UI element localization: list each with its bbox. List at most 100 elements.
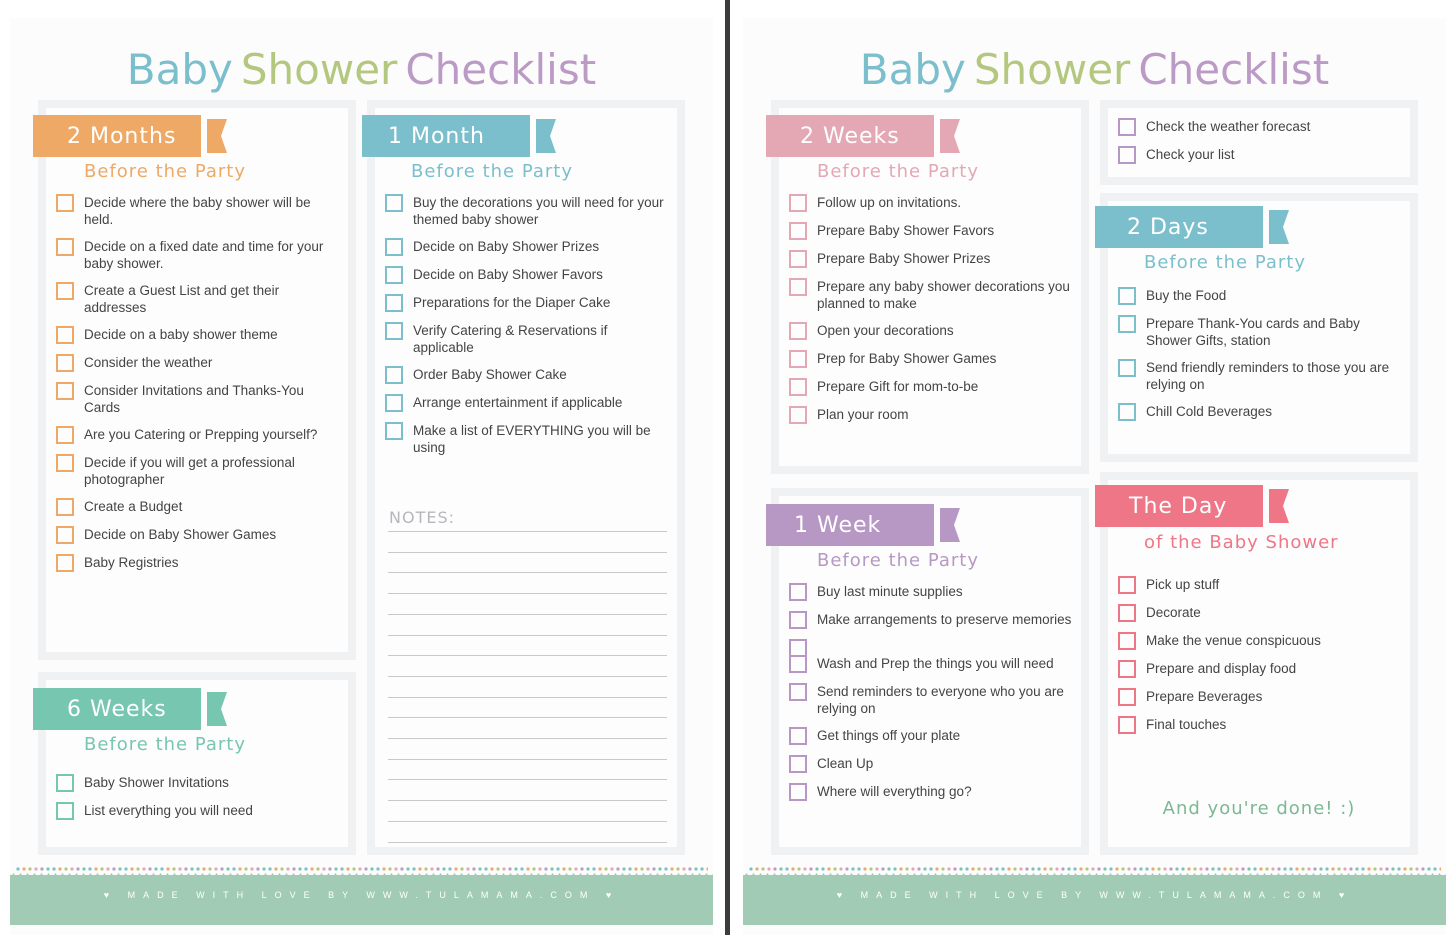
checklist-item[interactable]: Prepare any baby shower decorations you … [789,278,1075,312]
checkbox[interactable] [385,322,403,340]
checklist-item[interactable]: Pick up stuff [1118,576,1404,594]
checklist-item[interactable]: Are you Catering or Prepping yourself? [56,426,342,444]
checklist-item[interactable]: Wash and Prep the things you will need [789,655,1075,673]
checklist-item[interactable]: Consider the weather [56,354,342,372]
checkbox[interactable] [56,426,74,444]
checkbox[interactable] [789,250,807,268]
checkbox[interactable] [1118,403,1136,421]
checklist-item[interactable]: Send friendly reminders to those you are… [1118,359,1404,393]
checklist-item[interactable]: Verify Catering & Reservations if applic… [385,322,671,356]
checklist-item[interactable]: Send reminders to everyone who you are r… [789,683,1075,717]
checklist-item[interactable]: Make arrangements to preserve memories [789,611,1075,629]
checklist-item[interactable]: Prepare Beverages [1118,688,1404,706]
checkbox[interactable] [789,350,807,368]
checkbox[interactable] [385,394,403,412]
checkbox[interactable] [1118,660,1136,678]
checklist-item[interactable]: Decorate [1118,604,1404,622]
checkbox[interactable] [56,454,74,472]
checkbox[interactable] [56,774,74,792]
checklist-item[interactable]: Prepare Thank-You cards and Baby Shower … [1118,315,1404,349]
checkbox[interactable] [56,498,74,516]
checklist-item[interactable]: Plan your room [789,406,1075,424]
checkbox[interactable] [56,526,74,544]
checkbox[interactable] [1118,576,1136,594]
notes-line[interactable] [388,551,667,553]
checkbox[interactable] [56,194,74,212]
notes-line[interactable] [388,696,667,698]
notes-line[interactable] [388,717,667,719]
checkbox[interactable] [1118,359,1136,377]
checklist-item[interactable]: Buy the Food [1118,287,1404,305]
notes-line[interactable] [388,531,667,532]
checklist-item[interactable]: Prep for Baby Shower Games [789,350,1075,368]
notes-line[interactable] [388,613,667,615]
checklist-item[interactable]: Make the venue conspicuous [1118,632,1404,650]
checkbox[interactable] [385,366,403,384]
checkbox[interactable] [789,727,807,745]
checklist-item[interactable]: Decide on Baby Shower Prizes [385,238,671,256]
checkbox[interactable] [56,282,74,300]
checklist-item[interactable]: Prepare Baby Shower Prizes [789,250,1075,268]
checkbox[interactable] [789,322,807,340]
checklist-item[interactable]: Prepare and display food [1118,660,1404,678]
checklist-item[interactable]: Prepare Baby Shower Favors [789,222,1075,240]
checkbox[interactable] [56,382,74,400]
checkbox[interactable] [1118,146,1136,164]
checkbox[interactable] [789,378,807,396]
checklist-item[interactable]: Decide if you will get a professional ph… [56,454,342,488]
checkbox[interactable] [385,194,403,212]
checklist-item[interactable]: Decide where the baby shower will be hel… [56,194,342,228]
checklist-item[interactable]: Check your list [1118,146,1404,164]
checklist-item[interactable]: Open your decorations [789,322,1075,340]
checklist-item[interactable]: Follow up on invitations. [789,194,1075,212]
checklist-item[interactable]: Buy last minute supplies [789,583,1075,601]
notes-line[interactable] [388,820,667,822]
checklist-item[interactable]: Arrange entertainment if applicable [385,394,671,412]
checklist-item[interactable]: Decide on Baby Shower Favors [385,266,671,284]
checklist-item[interactable]: Buy the decorations you will need for yo… [385,194,671,228]
checklist-item[interactable] [789,639,1075,657]
checklist-item[interactable]: Decide on a fixed date and time for your… [56,238,342,272]
notes-line[interactable] [388,655,667,657]
checkbox[interactable] [385,294,403,312]
checkbox[interactable] [56,802,74,820]
checklist-item[interactable]: Create a Budget [56,498,342,516]
checklist-item[interactable]: Decide on a baby shower theme [56,326,342,344]
checkbox[interactable] [789,406,807,424]
checkbox[interactable] [1118,315,1136,333]
notes-line[interactable] [388,738,667,739]
notes-line[interactable] [388,779,667,781]
checkbox[interactable] [56,326,74,344]
checklist-item[interactable]: Create a Guest List and get their addres… [56,282,342,316]
checkbox[interactable] [789,222,807,240]
notes-line[interactable] [388,634,667,636]
checkbox[interactable] [56,354,74,372]
notes-line[interactable] [388,800,667,802]
checklist-item[interactable]: Make a list of EVERYTHING you will be us… [385,422,671,456]
checklist-item[interactable]: Final touches [1118,716,1404,734]
checkbox[interactable] [789,783,807,801]
checklist-item[interactable]: Where will everything go? [789,783,1075,801]
checkbox[interactable] [1118,688,1136,706]
checklist-item[interactable]: Preparations for the Diaper Cake [385,294,671,312]
checkbox[interactable] [789,655,807,673]
checklist-item[interactable]: Decide on Baby Shower Games [56,526,342,544]
checkbox[interactable] [385,266,403,284]
checkbox[interactable] [789,583,807,601]
checkbox[interactable] [789,194,807,212]
checkbox[interactable] [56,238,74,256]
checklist-item[interactable]: Baby Registries [56,554,342,572]
notes-line[interactable] [388,572,667,574]
checklist-item[interactable]: List everything you will need [56,802,342,820]
checklist-item[interactable]: Get things off your plate [789,727,1075,745]
checkbox[interactable] [789,611,807,629]
checkbox[interactable] [789,278,807,296]
checkbox[interactable] [1118,287,1136,305]
checklist-item[interactable]: Prepare Gift for mom-to-be [789,378,1075,396]
checkbox[interactable] [385,422,403,440]
checkbox[interactable] [1118,632,1136,650]
checklist-item[interactable]: Order Baby Shower Cake [385,366,671,384]
checkbox[interactable] [789,683,807,701]
checklist-item[interactable]: Clean Up [789,755,1075,773]
checklist-item[interactable]: Baby Shower Invitations [56,774,342,792]
